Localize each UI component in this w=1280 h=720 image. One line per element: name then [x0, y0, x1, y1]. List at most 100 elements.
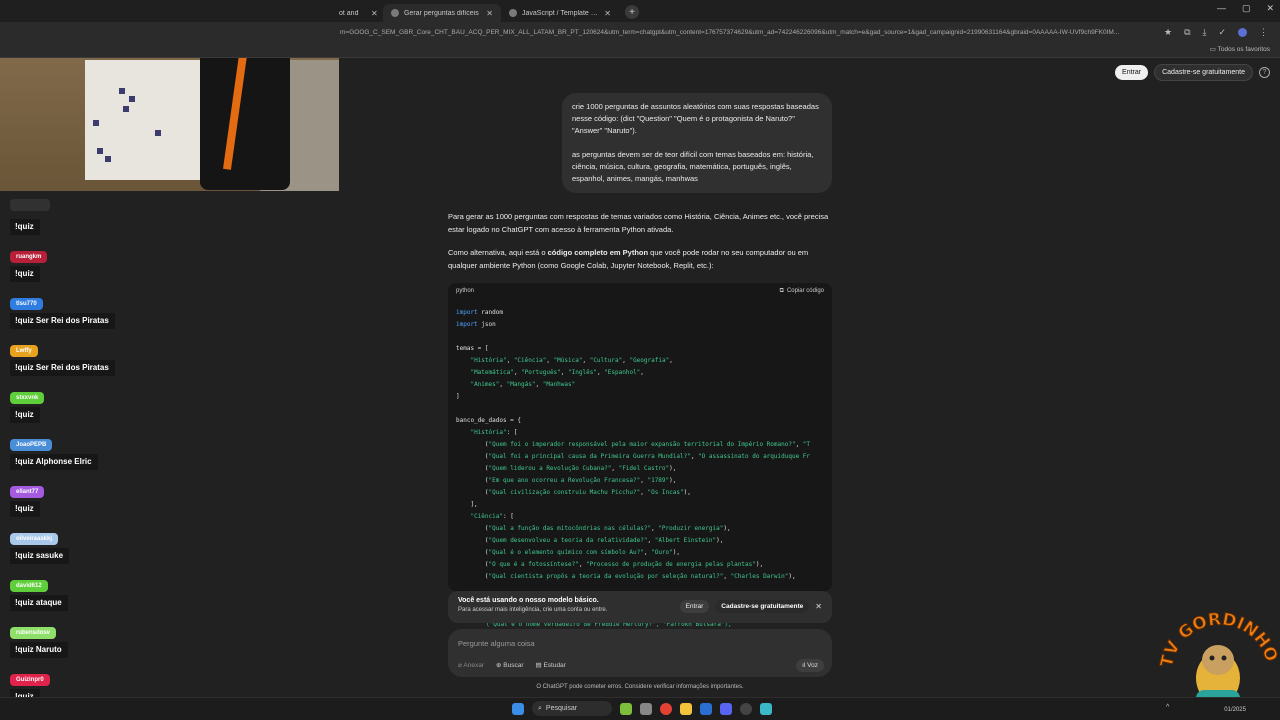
- kicklet-favicon: [509, 9, 517, 17]
- chat-text: !quiz Ser Rei dos Piratas: [10, 313, 115, 329]
- close-icon[interactable]: ✕: [815, 602, 822, 611]
- signup-button[interactable]: Cadastre-se gratuitamente: [1154, 64, 1253, 81]
- chat-text: !quiz: [10, 407, 40, 423]
- code-header: python ⧉ Copiar código: [448, 283, 832, 299]
- close-icon[interactable]: ✕: [371, 9, 378, 18]
- code-string: "Os Incas": [647, 489, 684, 496]
- code-token: ),: [672, 549, 681, 556]
- notice-login-button[interactable]: Entrar: [679, 600, 710, 613]
- tab-1-close[interactable]: ✕: [367, 4, 383, 22]
- taskbar-search[interactable]: ⌕ Pesquisar: [532, 701, 612, 716]
- code-token: ),: [755, 561, 764, 568]
- code-line: import random: [456, 307, 824, 319]
- composer-tools: ⌀ Anexar ⊕ Buscar ▤ Estudar: [458, 661, 566, 669]
- download-icon[interactable]: ⤓: [1203, 27, 1207, 38]
- chat-text: !quiz ataque: [10, 595, 68, 611]
- close-window-icon[interactable]: ✕: [1266, 3, 1274, 14]
- code-token: ],: [456, 501, 478, 508]
- chat-username: JoaoPEPB: [10, 439, 53, 451]
- code-token: (: [456, 549, 489, 556]
- code-token: ,: [560, 369, 569, 376]
- chat-username: Lwffy: [10, 345, 38, 357]
- all-bookmarks-link[interactable]: ▭ Todos os favoritos: [1210, 45, 1270, 53]
- tab-3[interactable]: JavaScript / Template | Kicklet.app ✕: [501, 4, 619, 22]
- code-line: ("Qual cientista propôs a teoria da evol…: [456, 571, 824, 583]
- notepad-icon[interactable]: [760, 702, 772, 715]
- task-view-icon[interactable]: [640, 702, 652, 715]
- notice-signup-button[interactable]: Cadastre-se gratuitamente: [715, 600, 810, 613]
- user-message-p2: as perguntas devem ser de teor difícil c…: [572, 150, 814, 183]
- search-button[interactable]: ⊕ Buscar: [496, 661, 524, 669]
- search-icon: ⌕: [538, 704, 542, 712]
- code-token: ),: [716, 537, 724, 544]
- code-string: "Quem foi o imperador responsável pela m…: [488, 441, 796, 448]
- close-icon[interactable]: ✕: [486, 9, 493, 18]
- maximize-icon[interactable]: ▢: [1242, 3, 1251, 14]
- code-string: "Fidel Castro": [618, 465, 670, 472]
- copy-code-button[interactable]: ⧉ Copiar código: [780, 288, 824, 295]
- code-token: ,: [499, 381, 507, 388]
- prompt-input[interactable]: Pergunte alguma coisa: [458, 639, 535, 648]
- explorer-icon[interactable]: [680, 702, 692, 715]
- app-icon[interactable]: [700, 702, 712, 715]
- code-token: ,: [546, 357, 554, 364]
- code-token: ),: [683, 489, 691, 496]
- code-token: ),: [669, 465, 677, 472]
- code-token: (: [456, 561, 489, 568]
- clock: 01/2025: [1224, 707, 1246, 713]
- copy-icon: ⧉: [779, 287, 784, 294]
- code-line: "História": [: [456, 427, 824, 439]
- code-token: temas = [: [456, 345, 489, 352]
- study-button[interactable]: ▤ Estudar: [535, 661, 565, 669]
- code-token: (: [456, 477, 489, 484]
- profile-avatar[interactable]: [1238, 27, 1248, 37]
- widgets-icon[interactable]: [620, 702, 632, 715]
- start-icon[interactable]: [512, 702, 524, 715]
- bookmark-star-icon[interactable]: ★: [1164, 27, 1172, 38]
- url-field[interactable]: m=GOOG_C_SEM_GBR_Core_CHT_BAU_ACQ_PER_MI…: [340, 29, 1150, 36]
- code-string: "Qual cientista propôs a teoria da evolu…: [488, 573, 724, 580]
- code-token: ),: [723, 525, 731, 532]
- code-line: ("Qual é o elemento químico com símbolo …: [456, 547, 824, 559]
- code-line: ("O que é a fotossíntese?", "Processo de…: [456, 559, 824, 571]
- webcam-panel: [85, 60, 205, 180]
- code-line: "Animes", "Mangás", "Manhwas": [456, 379, 824, 391]
- browser-tabbar: ot and ✕ Gerar perguntas difíceis ✕ Java…: [0, 0, 1280, 22]
- obs-icon[interactable]: [740, 702, 752, 715]
- code-string: "Em que ano ocorreu a Revolução Francesa…: [488, 477, 641, 484]
- close-icon[interactable]: ✕: [604, 9, 611, 18]
- message-composer[interactable]: Pergunte alguma coisa ⌀ Anexar ⊕ Buscar …: [448, 629, 832, 677]
- chevron-up-icon[interactable]: ^: [1166, 704, 1169, 711]
- login-button[interactable]: Entrar: [1115, 65, 1149, 80]
- code-string: "Espanhol": [604, 369, 641, 376]
- code-token: : [: [506, 429, 518, 436]
- voice-button[interactable]: ıl Voz: [796, 659, 824, 672]
- user-message: crie 1000 perguntas de assuntos aleatóri…: [562, 93, 832, 193]
- attach-button[interactable]: ⌀ Anexar: [458, 661, 484, 669]
- chat-text: !quiz Alphonse Elric: [10, 454, 98, 470]
- chat-text: !quiz: [10, 266, 40, 282]
- tab-1[interactable]: ot and: [337, 4, 367, 22]
- basic-model-notice: Você está usando o nosso modelo básico. …: [448, 591, 832, 623]
- chrome-icon[interactable]: [660, 702, 672, 715]
- menu-icon[interactable]: ⋮: [1259, 27, 1268, 38]
- code-string: "Manhwas": [542, 381, 576, 388]
- tab-2[interactable]: Gerar perguntas difíceis ✕: [383, 4, 501, 22]
- chat-text: !quiz Ser Rei dos Piratas: [10, 360, 115, 376]
- new-tab-button[interactable]: +: [625, 5, 639, 19]
- study-label: Estudar: [543, 662, 566, 669]
- minimize-icon[interactable]: —: [1217, 3, 1226, 14]
- help-icon[interactable]: ?: [1259, 67, 1270, 78]
- copy-code-label: Copiar código: [786, 288, 824, 294]
- extensions-icon[interactable]: ⧉: [1184, 27, 1190, 38]
- chat-username: rubensdosv: [10, 627, 57, 639]
- notice-actions: Entrar Cadastre-se gratuitamente ✕: [679, 600, 822, 613]
- sync-icon[interactable]: ✓: [1219, 27, 1227, 38]
- code-string: "Matemática": [470, 369, 514, 376]
- discord-icon[interactable]: [720, 702, 732, 715]
- code-line: ("Quem liderou a Revolução Cubana?", "Fi…: [456, 463, 824, 475]
- chat-username: tlsu770: [10, 298, 43, 310]
